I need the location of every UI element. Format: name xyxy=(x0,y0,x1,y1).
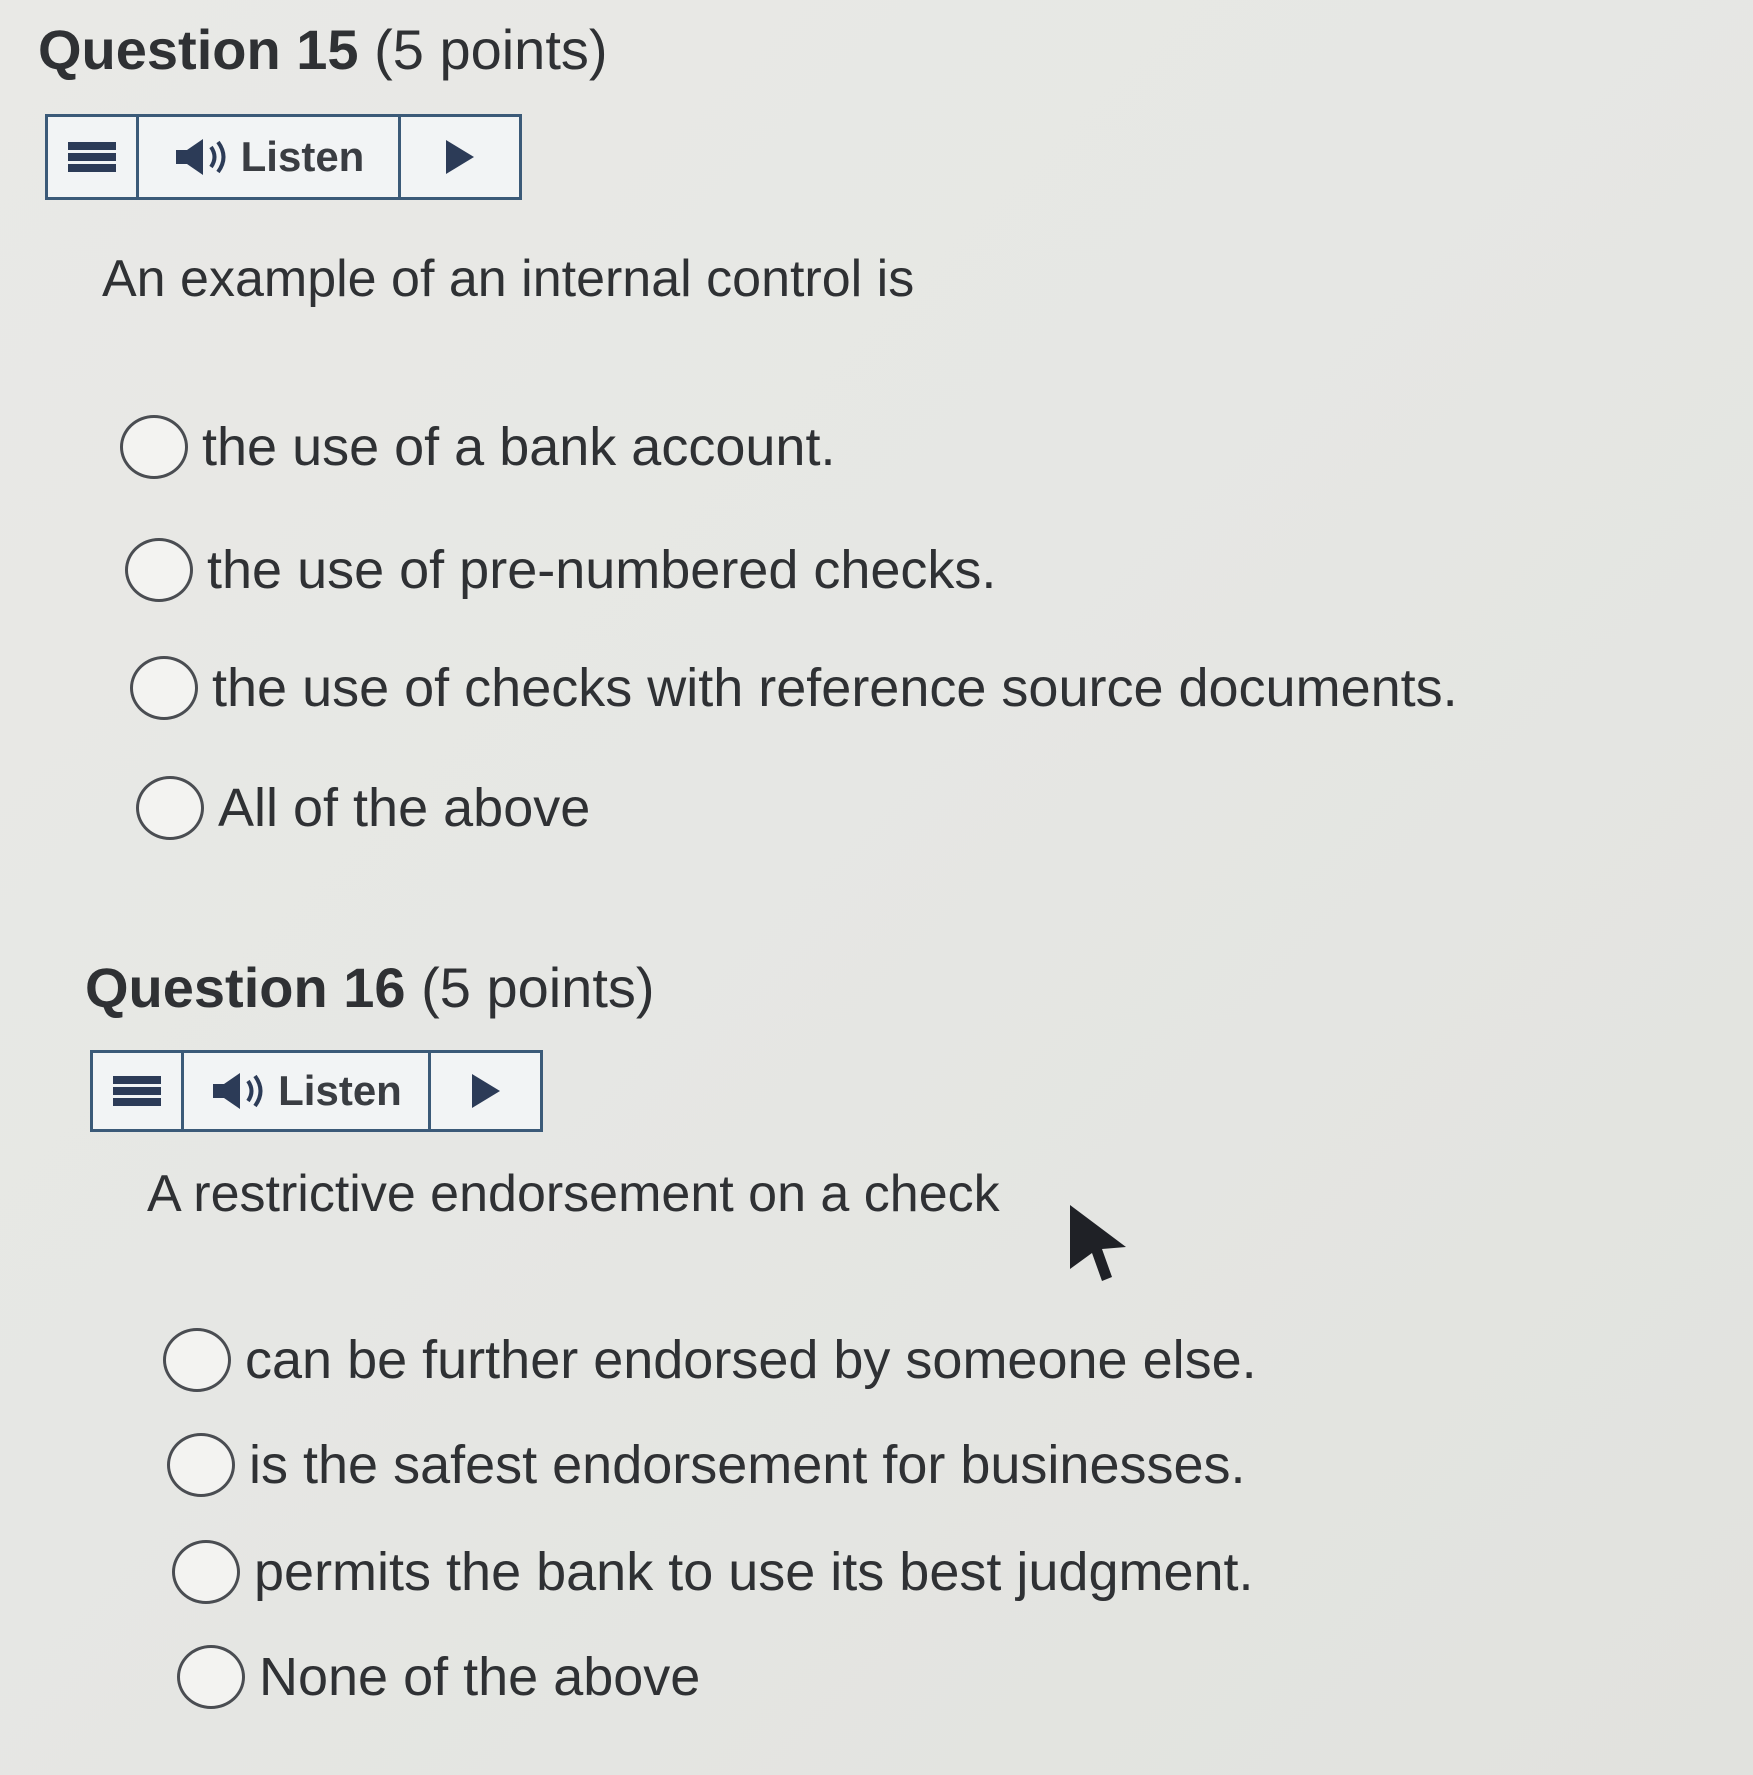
mouse-cursor-icon xyxy=(1070,1205,1126,1281)
radio-button[interactable] xyxy=(177,1645,245,1709)
speaker-icon xyxy=(213,1073,263,1109)
play-icon xyxy=(446,140,474,174)
option-label: None of the above xyxy=(259,1647,701,1707)
radio-button[interactable] xyxy=(167,1433,235,1497)
menu-icon xyxy=(113,1076,161,1106)
question-15: Question 15 (5 points) Listen An example… xyxy=(0,0,1753,900)
answer-option[interactable]: the use of checks with reference source … xyxy=(130,656,1458,720)
listen-button[interactable]: Listen xyxy=(181,1053,428,1129)
question-prompt: An example of an internal control is xyxy=(102,250,915,308)
answer-option[interactable]: None of the above xyxy=(177,1645,700,1709)
radio-button[interactable] xyxy=(172,1540,240,1604)
option-label: the use of checks with reference source … xyxy=(212,658,1458,718)
radio-button[interactable] xyxy=(125,538,193,602)
play-button[interactable] xyxy=(398,117,519,197)
radio-button[interactable] xyxy=(120,415,188,479)
question-title: Question 16 (5 points) xyxy=(85,960,655,1016)
listen-toolbar: Listen xyxy=(45,114,522,200)
menu-button[interactable] xyxy=(48,117,136,197)
answer-option[interactable]: the use of pre-numbered checks. xyxy=(125,538,996,602)
option-label: permits the bank to use its best judgmen… xyxy=(254,1542,1254,1602)
menu-button[interactable] xyxy=(93,1053,181,1129)
play-button[interactable] xyxy=(428,1053,540,1129)
answer-option[interactable]: permits the bank to use its best judgmen… xyxy=(172,1540,1254,1604)
option-label: the use of a bank account. xyxy=(202,417,836,477)
answer-option[interactable]: All of the above xyxy=(136,776,590,840)
option-label: the use of pre-numbered checks. xyxy=(207,540,997,600)
question-number: Question 15 xyxy=(38,18,359,81)
speaker-icon xyxy=(175,139,226,175)
question-points: (5 points) xyxy=(374,18,608,81)
question-prompt: A restrictive endorsement on a check xyxy=(147,1165,1000,1223)
radio-button[interactable] xyxy=(130,656,198,720)
option-label: is the safest endorsement for businesses… xyxy=(249,1435,1246,1495)
question-title: Question 15 (5 points) xyxy=(38,22,608,78)
play-icon xyxy=(471,1074,500,1108)
listen-label: Listen xyxy=(240,133,365,180)
answer-option[interactable]: the use of a bank account. xyxy=(120,415,835,479)
answer-option[interactable]: is the safest endorsement for businesses… xyxy=(167,1433,1246,1497)
listen-toolbar: Listen xyxy=(90,1050,543,1132)
radio-button[interactable] xyxy=(163,1328,231,1392)
question-16: Question 16 (5 points) Listen A restrict… xyxy=(0,900,1753,1775)
listen-label: Listen xyxy=(278,1067,402,1114)
option-label: can be further endorsed by someone else. xyxy=(245,1330,1257,1390)
question-points: (5 points) xyxy=(421,956,655,1019)
menu-icon xyxy=(68,142,116,172)
question-number: Question 16 xyxy=(85,956,406,1019)
radio-button[interactable] xyxy=(136,776,204,840)
answer-option[interactable]: can be further endorsed by someone else. xyxy=(163,1328,1257,1392)
option-label: All of the above xyxy=(218,778,591,838)
listen-button[interactable]: Listen xyxy=(136,117,398,197)
